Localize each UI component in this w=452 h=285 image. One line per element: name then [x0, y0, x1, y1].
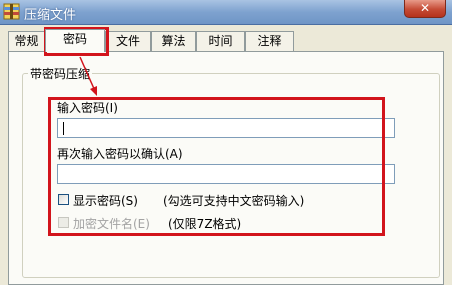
chinese-password-hint: (勾选可支持中文密码输入): [163, 194, 305, 208]
tab-general[interactable]: 常规: [8, 31, 45, 51]
tab-time[interactable]: 时间: [196, 31, 245, 51]
archive-app-icon: [3, 3, 20, 20]
show-password-label[interactable]: 显示密码(S): [73, 192, 138, 209]
confirm-password-input[interactable]: [57, 164, 395, 184]
tab-general-label: 常规: [14, 34, 39, 48]
tab-algorithm[interactable]: 算法: [151, 31, 196, 51]
confirm-password-label: 再次输入密码以确认(A): [57, 147, 183, 161]
window-title: 压缩文件: [24, 8, 77, 23]
encrypt-filenames-checkbox[interactable]: [58, 217, 69, 228]
7z-only-note: (仅限7Z格式): [168, 217, 242, 231]
password-input[interactable]: [57, 118, 395, 138]
tab-password-label: 密码: [62, 32, 87, 46]
tab-files-label: 文件: [115, 34, 140, 48]
tab-files[interactable]: 文件: [105, 31, 151, 51]
tab-algorithm-label: 算法: [161, 34, 186, 48]
tab-password[interactable]: 密码: [45, 29, 105, 52]
title-bar: 压缩文件 ✕: [0, 0, 452, 25]
tab-time-label: 时间: [208, 34, 233, 48]
show-password-checkbox[interactable]: [58, 194, 69, 205]
text-caret: [63, 122, 64, 135]
tab-comment-label: 注释: [257, 34, 282, 48]
enter-password-label: 输入密码(I): [57, 101, 118, 115]
close-button[interactable]: ✕: [404, 0, 446, 18]
group-label: 带密码压缩: [28, 65, 93, 82]
encrypt-filenames-label: 加密文件名(E): [73, 217, 150, 231]
close-icon: ✕: [419, 1, 431, 15]
tab-comment[interactable]: 注释: [245, 31, 294, 51]
